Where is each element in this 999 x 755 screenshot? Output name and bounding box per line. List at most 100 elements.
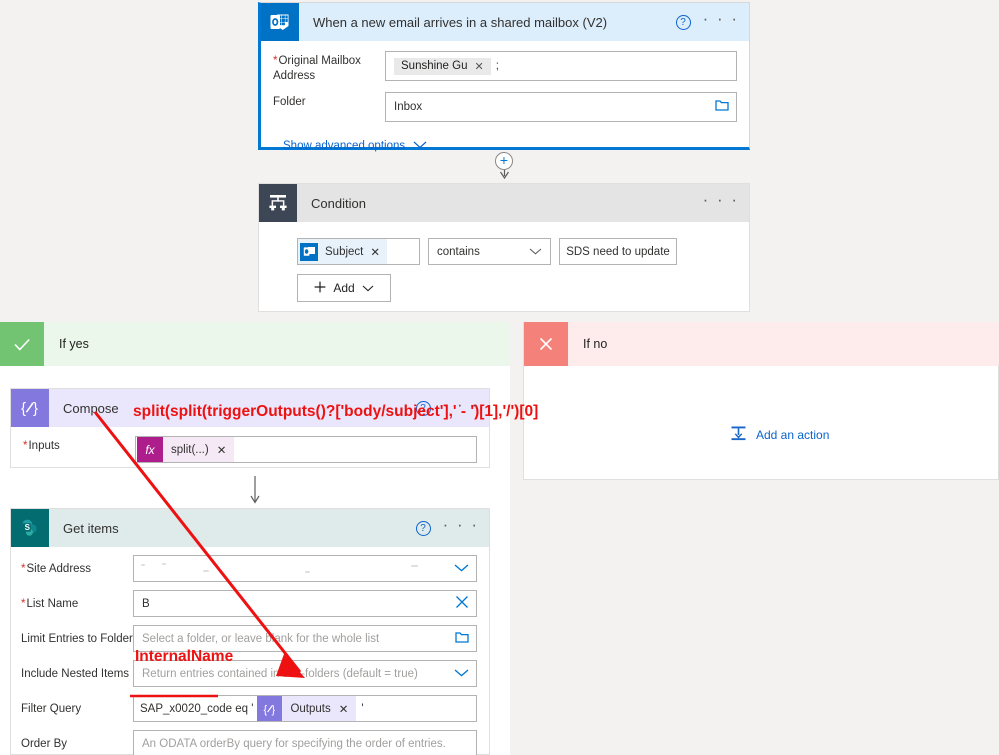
field-control-order-by[interactable]: An ODATA orderBy query for specifying th… [133, 730, 477, 755]
get-items-title: Get items [63, 520, 119, 536]
if-no-branch: If no Add an action [523, 322, 999, 480]
add-an-action-label: Add an action [756, 428, 830, 442]
trigger-body: *Original Mailbox Address Sunshine Gu ✕ … [261, 41, 749, 152]
field-label-include-nested-items: Include Nested Items [21, 667, 130, 680]
chevron-down-icon[interactable] [454, 665, 469, 680]
condition-card-header[interactable]: Condition · · · [259, 184, 749, 222]
include-nested-items-placeholder: Return entries contained in sub-folders … [142, 667, 418, 680]
help-icon[interactable]: ? [675, 14, 691, 30]
more-options-icon[interactable]: · · · [443, 516, 479, 535]
check-icon [0, 322, 44, 366]
field-row-filter-query: Filter Query SAP_x0020_code eq ' { } Out… [11, 695, 489, 722]
add-condition-button[interactable]: Add [297, 274, 391, 302]
add-condition-label: Add [333, 281, 355, 295]
outlook-icon [300, 242, 318, 261]
original-mailbox-address-input[interactable]: Sunshine Gu ✕ ; [385, 51, 737, 81]
svg-text:}: } [33, 400, 38, 417]
list-name-input[interactable]: B [133, 590, 477, 617]
connector-compose-getitems [245, 476, 269, 509]
compose-icon: { } [11, 389, 49, 427]
show-advanced-options-link[interactable]: Show advanced options [273, 130, 737, 152]
field-row-include-nested-items: Include Nested Items Return entries cont… [11, 660, 489, 687]
mailbox-chip-label: Sunshine Gu [401, 60, 468, 72]
condition-left-operand[interactable]: Subject ✕ [297, 238, 420, 265]
svg-text:{: { [263, 704, 267, 716]
field-row-inputs: *Inputs fx split(...) ✕ [23, 436, 477, 463]
field-control-filter-query[interactable]: SAP_x0020_code eq ' { } Outputs ✕ ' [133, 695, 477, 722]
svg-text:{: { [21, 400, 26, 417]
redaction-mark [203, 570, 209, 572]
subject-token-label: Subject [325, 245, 364, 258]
field-label-inputs: *Inputs [23, 440, 60, 452]
more-options-icon[interactable]: · · · [703, 191, 739, 210]
required-asterisk: * [273, 55, 278, 67]
if-no-label: If no [583, 337, 608, 351]
get-items-card[interactable]: S Get items ? · · · *Site Address *List … [10, 508, 490, 755]
more-options-icon[interactable]: · · · [703, 10, 739, 29]
close-icon[interactable]: ✕ [339, 702, 349, 716]
outlook-icon [261, 3, 299, 41]
condition-card[interactable]: Condition · · · Subject ✕ contains SDS n… [258, 183, 750, 312]
expression-token-chip[interactable]: split(...) ✕ [163, 437, 235, 462]
subject-token-chip[interactable]: Subject ✕ [298, 239, 387, 264]
redaction-mark [162, 563, 166, 565]
compose-card[interactable]: { } Compose ? · · · *Inputs fx split(...… [10, 388, 490, 468]
field-control-original-mailbox-address[interactable]: Sunshine Gu ✕ ; [385, 51, 737, 81]
condition-title: Condition [311, 195, 366, 211]
field-row-original-mailbox-address: *Original Mailbox Address Sunshine Gu ✕ … [273, 51, 737, 84]
redaction-mark [305, 571, 310, 573]
order-by-input[interactable]: An ODATA orderBy query for specifying th… [133, 730, 477, 755]
if-no-header: If no [524, 322, 999, 366]
fx-icon: fx [137, 437, 163, 462]
field-control-folder[interactable]: Inbox [385, 92, 737, 122]
annotation-expression-text: split(split(triggerOutputs()?['body/subj… [133, 403, 539, 420]
close-icon[interactable]: ✕ [370, 245, 380, 259]
trigger-card[interactable]: When a new email arrives in a shared mai… [258, 2, 750, 152]
get-items-body: *Site Address *List Name B Limit Entries… [11, 547, 489, 755]
folder-icon[interactable] [715, 98, 729, 114]
field-row-folder: Folder Inbox [273, 92, 737, 122]
trigger-card-header[interactable]: When a new email arrives in a shared mai… [261, 3, 749, 41]
required-asterisk: * [21, 597, 26, 610]
plus-icon [314, 281, 326, 296]
field-label-order-by: Order By [21, 737, 68, 750]
get-items-card-header[interactable]: S Get items ? · · · [11, 509, 489, 547]
close-icon[interactable]: ✕ [217, 443, 227, 457]
help-icon[interactable]: ? [415, 520, 431, 536]
if-yes-label: If yes [59, 337, 89, 351]
field-label-filter-query: Filter Query [21, 702, 82, 715]
connector-arrow-icon [250, 476, 260, 504]
folder-input[interactable]: Inbox [385, 92, 737, 122]
site-address-input[interactable] [133, 555, 477, 582]
field-label-list-name: *List Name [21, 597, 79, 610]
insert-step-button[interactable]: + [495, 152, 513, 170]
svg-text:}: } [271, 704, 275, 716]
condition-right-operand-input[interactable]: SDS need to update [559, 238, 677, 265]
condition-operator-select[interactable]: contains [428, 238, 551, 265]
outputs-token-chip[interactable]: { } Outputs ✕ [257, 696, 357, 721]
annotation-internal-name-text: InternalName [135, 648, 234, 665]
filter-query-input[interactable]: SAP_x0020_code eq ' { } Outputs ✕ ' [133, 695, 477, 722]
compose-inputs-field[interactable]: fx split(...) ✕ [135, 436, 477, 463]
redaction-mark [411, 565, 418, 567]
field-control-inputs[interactable]: fx split(...) ✕ [135, 436, 477, 463]
chevron-down-icon [362, 281, 374, 295]
field-control-list-name[interactable]: B [133, 590, 477, 617]
field-control-site-address[interactable] [133, 555, 477, 582]
compose-body: *Inputs fx split(...) ✕ [11, 427, 489, 463]
condition-body: Subject ✕ contains SDS need to update Ad… [259, 222, 749, 302]
field-row-list-name: *List Name B [11, 590, 489, 617]
close-icon[interactable] [455, 595, 469, 612]
mailbox-chip[interactable]: Sunshine Gu ✕ [394, 57, 491, 75]
condition-right-operand-value: SDS need to update [566, 245, 670, 258]
power-automate-flow-designer: When a new email arrives in a shared mai… [0, 0, 999, 755]
field-label-original-mailbox-address: *Original Mailbox Address [273, 55, 361, 82]
svg-text:S: S [25, 523, 31, 532]
add-an-action-button[interactable]: Add an action [730, 425, 829, 445]
field-label-site-address: *Site Address [21, 562, 92, 575]
chevron-down-icon[interactable] [454, 560, 469, 575]
condition-row: Subject ✕ contains SDS need to update [297, 238, 749, 265]
condition-icon [259, 184, 297, 222]
folder-icon[interactable] [455, 630, 469, 646]
close-icon[interactable]: ✕ [475, 60, 484, 73]
